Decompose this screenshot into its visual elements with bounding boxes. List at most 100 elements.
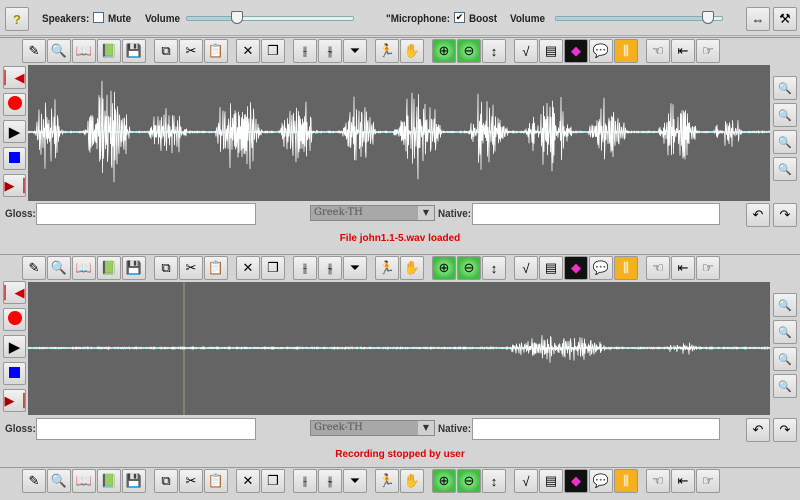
point-left-button[interactable]: ☜: [646, 39, 670, 63]
spectrogram-button[interactable]: ⫼: [614, 256, 638, 280]
search-file-button[interactable]: 🔍: [47, 469, 71, 493]
zoom-selection-button[interactable]: 🔍: [773, 157, 797, 181]
mic-volume-slider[interactable]: [555, 16, 723, 21]
hand-button[interactable]: ✋: [400, 256, 424, 280]
vertical-scale-button[interactable]: ↕: [482, 469, 506, 493]
hand-button[interactable]: ✋: [400, 469, 424, 493]
spectrum-button[interactable]: ◆: [564, 256, 588, 280]
language-select[interactable]: Greek-TH ▼: [310, 205, 435, 221]
point-right-button[interactable]: ☞: [696, 39, 720, 63]
spectrum-button[interactable]: ◆: [564, 469, 588, 493]
import-book-button[interactable]: 📗: [97, 256, 121, 280]
waveform-arrow-button[interactable]: ⇤: [671, 39, 695, 63]
boost-checkbox[interactable]: ✔: [454, 12, 465, 23]
stop-button[interactable]: [3, 362, 26, 385]
open-book-button[interactable]: 📖: [72, 256, 96, 280]
mute-checkbox[interactable]: [93, 12, 104, 23]
paste-button[interactable]: 📋: [204, 39, 228, 63]
waveform-display[interactable]: [28, 65, 770, 201]
filter-button[interactable]: ⏷: [343, 469, 367, 493]
native-input[interactable]: [472, 203, 720, 225]
skip-start-button[interactable]: ▏◀: [3, 281, 26, 304]
copy-button[interactable]: ⧉: [154, 39, 178, 63]
vertical-scale-button[interactable]: ↕: [482, 256, 506, 280]
save-button[interactable]: 💾: [122, 39, 146, 63]
pen-button[interactable]: ✎: [22, 256, 46, 280]
zoom-in-green-button[interactable]: ⊕: [432, 469, 456, 493]
undo-button[interactable]: ↶: [746, 418, 770, 442]
filter-button[interactable]: ⏷: [343, 39, 367, 63]
cut-button[interactable]: ✂: [179, 469, 203, 493]
redo-button[interactable]: ↷: [773, 418, 797, 442]
pen-button[interactable]: ✎: [22, 469, 46, 493]
zoom-in-button[interactable]: 🔍: [773, 293, 797, 317]
mic-volume-thumb[interactable]: [702, 11, 714, 24]
import-book-button[interactable]: 📗: [97, 39, 121, 63]
zoom-in-button[interactable]: 🔍: [773, 76, 797, 100]
skip-end-button[interactable]: ▶▕: [3, 389, 26, 412]
zoom-out-green-button[interactable]: ⊖: [457, 39, 481, 63]
cut-button[interactable]: ✂: [179, 256, 203, 280]
redo-button[interactable]: ↷: [773, 203, 797, 227]
speaker-volume-thumb[interactable]: [231, 11, 243, 24]
waveform-arrow-button[interactable]: ⇤: [671, 256, 695, 280]
duplicate-button[interactable]: ❐: [261, 469, 285, 493]
document-button[interactable]: ▤: [539, 256, 563, 280]
search-file-button[interactable]: 🔍: [47, 39, 71, 63]
speech-bubble-button[interactable]: 💬: [589, 469, 613, 493]
delete-button[interactable]: ✕: [236, 39, 260, 63]
split-button[interactable]: ⫲: [293, 39, 317, 63]
hand-button[interactable]: ✋: [400, 39, 424, 63]
import-book-button[interactable]: 📗: [97, 469, 121, 493]
undo-button[interactable]: ↶: [746, 203, 770, 227]
paste-button[interactable]: 📋: [204, 256, 228, 280]
gloss-input[interactable]: [36, 203, 256, 225]
play-button[interactable]: ▶: [3, 120, 26, 143]
open-book-button[interactable]: 📖: [72, 39, 96, 63]
zoom-selection-button[interactable]: 🔍: [773, 374, 797, 398]
zoom-out-green-button[interactable]: ⊖: [457, 469, 481, 493]
tools-button[interactable]: ⚒: [773, 7, 797, 31]
vertical-scale-button[interactable]: ↕: [482, 39, 506, 63]
runner-button[interactable]: 🏃: [375, 39, 399, 63]
pitch-button[interactable]: √: [514, 256, 538, 280]
copy-button[interactable]: ⧉: [154, 256, 178, 280]
spectrogram-button[interactable]: ⫼: [614, 469, 638, 493]
runner-button[interactable]: 🏃: [375, 469, 399, 493]
document-button[interactable]: ▤: [539, 39, 563, 63]
delete-button[interactable]: ✕: [236, 256, 260, 280]
runner-button[interactable]: 🏃: [375, 256, 399, 280]
open-book-button[interactable]: 📖: [72, 469, 96, 493]
zoom-in-green-button[interactable]: ⊕: [432, 256, 456, 280]
point-right-button[interactable]: ☞: [696, 469, 720, 493]
filter-button[interactable]: ⏷: [343, 256, 367, 280]
spectrum-button[interactable]: ◆: [564, 39, 588, 63]
stop-button[interactable]: [3, 147, 26, 170]
speech-bubble-button[interactable]: 💬: [589, 39, 613, 63]
language-select[interactable]: Greek-TH ▼: [310, 420, 435, 436]
pen-button[interactable]: ✎: [22, 39, 46, 63]
pitch-button[interactable]: √: [514, 469, 538, 493]
point-right-button[interactable]: ☞: [696, 256, 720, 280]
join-button[interactable]: ⫳: [318, 256, 342, 280]
play-button[interactable]: ▶: [3, 335, 26, 358]
record-button[interactable]: [3, 308, 26, 331]
delete-button[interactable]: ✕: [236, 469, 260, 493]
speech-bubble-button[interactable]: 💬: [589, 256, 613, 280]
skip-start-button[interactable]: ▏◀: [3, 66, 26, 89]
record-button[interactable]: [3, 93, 26, 116]
point-left-button[interactable]: ☜: [646, 469, 670, 493]
zoom-out-button[interactable]: 🔍: [773, 320, 797, 344]
split-button[interactable]: ⫲: [293, 256, 317, 280]
waveform-display[interactable]: [28, 282, 770, 415]
pitch-button[interactable]: √: [514, 39, 538, 63]
paste-button[interactable]: 📋: [204, 469, 228, 493]
save-button[interactable]: 💾: [122, 469, 146, 493]
cut-button[interactable]: ✂: [179, 39, 203, 63]
native-input[interactable]: [472, 418, 720, 440]
fit-window-button[interactable]: ⇔: [746, 7, 770, 31]
speaker-volume-slider[interactable]: [186, 16, 354, 21]
gloss-input[interactable]: [36, 418, 256, 440]
save-button[interactable]: 💾: [122, 256, 146, 280]
help-button[interactable]: ?: [5, 7, 29, 31]
